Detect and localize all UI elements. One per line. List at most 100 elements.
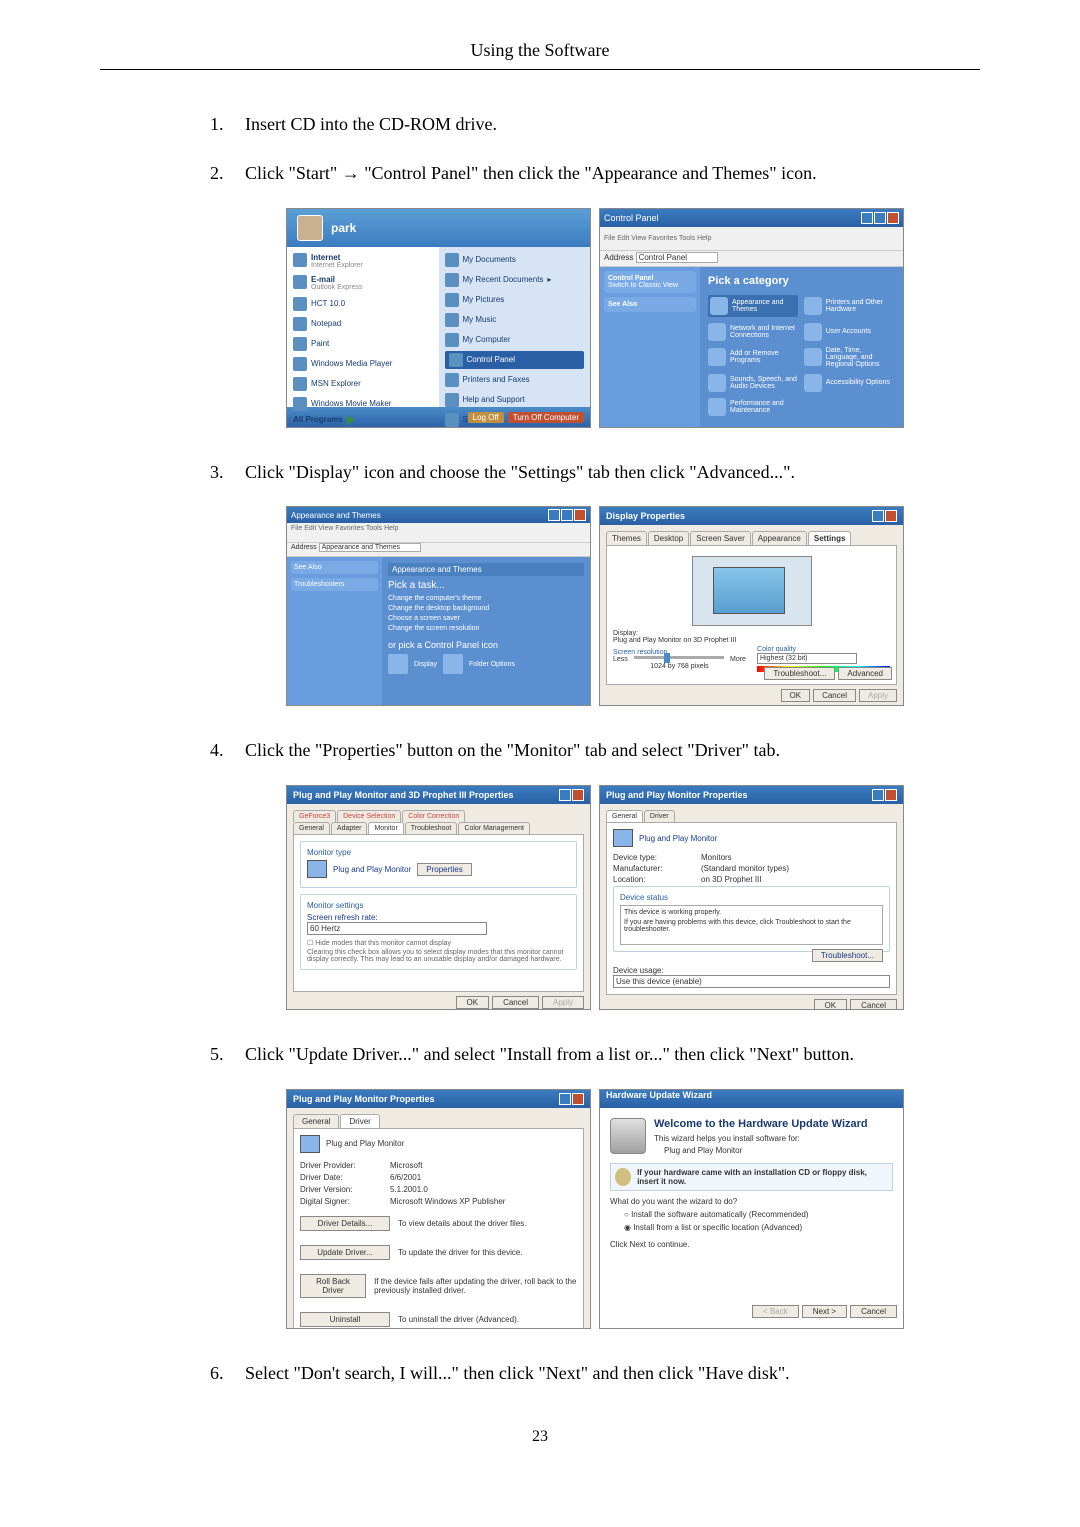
ok-button[interactable]: OK [781,689,811,702]
res-label: Screen resolution [613,649,746,656]
start-wmp[interactable]: Windows Media Player [293,355,433,373]
opt-auto[interactable]: ○ Install the software automatically (Re… [624,1210,893,1219]
tab-colormgmt[interactable]: Color Management [458,822,530,834]
tab-settings[interactable]: Settings [808,531,852,545]
next-button[interactable]: Next > [802,1305,847,1318]
start-paint[interactable]: Paint [293,335,433,353]
access-icon [804,374,822,392]
close-button[interactable] [885,789,897,801]
tab-driver[interactable]: Driver [340,1114,379,1128]
roll-back-button[interactable]: Roll Back Driver [300,1274,366,1298]
task-ss[interactable]: Choose a screen saver [388,615,584,622]
tab-colorcorr[interactable]: Color Correction [402,810,465,822]
cat-sound[interactable]: Sounds, Speech, and Audio Devices [708,374,798,392]
start-internet[interactable]: InternetInternet Explorer [293,251,433,271]
help-button[interactable] [872,789,884,801]
hide-modes-checkbox[interactable]: ☐ Hide modes that this monitor cannot di… [307,939,570,947]
ok-button[interactable]: OK [456,996,490,1009]
maximize-button[interactable] [561,509,573,521]
tab-devsel[interactable]: Device Selection [337,810,401,822]
troubleshoot-button[interactable]: Troubleshoot... [764,667,835,680]
start-myrecent[interactable]: My Recent Documents ▸ [445,271,585,289]
advanced-button[interactable]: Advanced [838,667,892,680]
apply-button[interactable]: Apply [542,996,584,1009]
refresh-combo[interactable]: 60 Hertz [307,922,487,935]
cat-addremove[interactable]: Add or Remove Programs [708,347,798,368]
minimize-button[interactable] [548,509,560,521]
cat-perf[interactable]: Performance and Maintenance [708,398,798,416]
start-notepad[interactable]: Notepad [293,315,433,333]
cancel-button[interactable]: Cancel [850,999,897,1010]
close-button[interactable] [885,510,897,522]
update-driver-button[interactable]: Update Driver... [300,1245,390,1260]
tab-troubleshoot[interactable]: Troubleshoot [405,822,458,834]
tab-adapter[interactable]: Adapter [331,822,368,834]
start-hct[interactable]: HCT 10.0 [293,295,433,313]
start-mydocs[interactable]: My Documents [445,251,585,269]
tab-general[interactable]: General [293,822,330,834]
folder-options-icon[interactable] [443,654,463,674]
start-mymusic[interactable]: My Music [445,311,585,329]
cat-network[interactable]: Network and Internet Connections [708,323,798,341]
properties-button[interactable]: Properties [417,863,471,876]
task-bg[interactable]: Change the desktop background [388,605,584,612]
start-msn[interactable]: MSN Explorer [293,375,433,393]
folder-options-label[interactable]: Folder Options [469,661,515,668]
tab-themes[interactable]: Themes [606,531,647,545]
opt-list[interactable]: ◉ Install from a list or specific locati… [624,1223,893,1232]
troubleshoot-button[interactable]: Troubleshoot... [812,949,883,962]
start-wmm[interactable]: Windows Movie Maker [293,395,433,413]
logoff-button[interactable]: Log Off [468,412,504,423]
maximize-button[interactable] [874,212,886,224]
ok-button[interactable]: OK [814,999,848,1010]
display-label[interactable]: Display [414,661,437,668]
start-all-programs[interactable]: All Programs [293,415,433,425]
tab-general[interactable]: General [293,1114,339,1128]
uninstall-button[interactable]: Uninstall [300,1312,390,1327]
cat-access[interactable]: Accessibility Options [804,374,894,392]
driver-details-button[interactable]: Driver Details... [300,1216,390,1231]
tab-monitor[interactable]: Monitor [368,822,403,834]
label: MSN Explorer [311,379,361,388]
cat-printers[interactable]: Printers and Other Hardware [804,295,894,317]
cat-datetime[interactable]: Date, Time, Language, and Regional Optio… [804,347,894,368]
start-help[interactable]: Help and Support [445,391,585,409]
res-slider[interactable] [634,656,724,659]
help-button[interactable] [872,510,884,522]
cat-users[interactable]: User Accounts [804,323,894,341]
start-cpanel[interactable]: Control Panel [445,351,585,369]
addressbar[interactable]: Address Appearance and Themes [287,543,590,557]
cancel-button[interactable]: Cancel [813,689,856,702]
start-mycomp[interactable]: My Computer [445,331,585,349]
wmm-icon [293,397,307,411]
tab-geforce[interactable]: GeForce3 [293,810,336,822]
cancel-button[interactable]: Cancel [492,996,539,1009]
back-button[interactable]: < Back [752,1305,799,1318]
close-button[interactable] [572,1093,584,1105]
tab-screensaver[interactable]: Screen Saver [690,531,750,545]
addressbar[interactable]: Address Control Panel [600,251,903,267]
cancel-button[interactable]: Cancel [850,1305,897,1318]
color-combo[interactable]: Highest (32 bit) [757,653,857,664]
help-button[interactable] [559,789,571,801]
start-mypic[interactable]: My Pictures [445,291,585,309]
usage-combo[interactable]: Use this device (enable) [613,975,890,988]
cat-appearance[interactable]: Appearance and Themes [708,295,798,317]
tab-appearance[interactable]: Appearance [752,531,807,545]
turnoff-button[interactable]: Turn Off Computer [508,412,584,423]
tab-desktop[interactable]: Desktop [648,531,689,545]
close-button[interactable] [574,509,586,521]
minimize-button[interactable] [861,212,873,224]
display-icon[interactable] [388,654,408,674]
close-button[interactable] [887,212,899,224]
switch-view[interactable]: Switch to Classic View [608,282,678,289]
help-button[interactable] [559,1093,571,1105]
apply-button[interactable]: Apply [859,689,897,702]
start-email[interactable]: E-mailOutlook Express [293,273,433,293]
task-theme[interactable]: Change the computer's theme [388,595,584,602]
start-printers[interactable]: Printers and Faxes [445,371,585,389]
tab-driver[interactable]: Driver [644,810,675,822]
task-res[interactable]: Change the screen resolution [388,625,584,632]
close-button[interactable] [572,789,584,801]
tab-general[interactable]: General [606,810,643,822]
